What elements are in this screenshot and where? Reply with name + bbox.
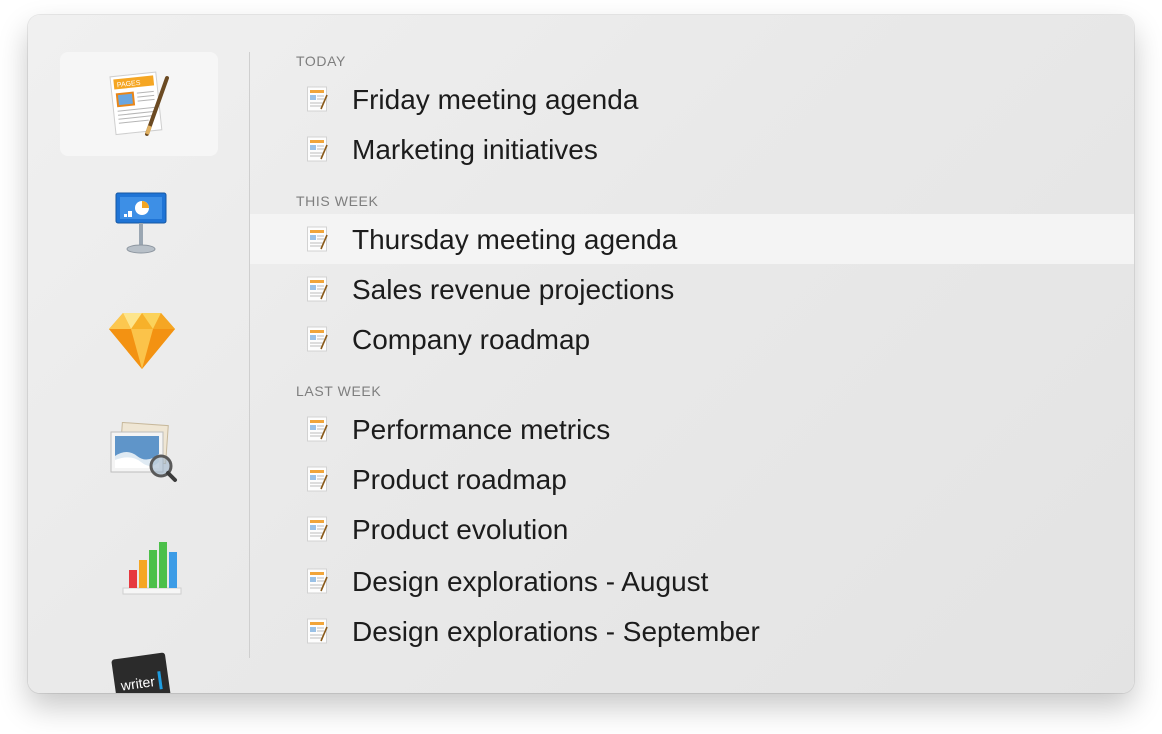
- pages-app-icon: PAGES: [109, 71, 169, 136]
- pages-document-icon: [306, 416, 328, 442]
- document-picker-window: PAGES writer TODAY Friday meeting agenda…: [28, 15, 1134, 693]
- keynote-app-icon: [115, 192, 167, 254]
- list-item[interactable]: Product roadmap: [250, 454, 1134, 504]
- document-title: Marketing initiatives: [352, 134, 598, 165]
- sketch-app-icon: [109, 313, 175, 369]
- list-item[interactable]: Design explorations - September: [250, 606, 1134, 656]
- section-title-today: TODAY: [296, 53, 346, 69]
- list-item-highlighted[interactable]: Thursday meeting agenda: [250, 214, 1134, 264]
- document-title: Product evolution: [352, 514, 569, 545]
- list-item[interactable]: Sales revenue projections: [250, 264, 1134, 314]
- pages-document-icon: [306, 276, 328, 302]
- document-title: Design explorations - August: [352, 566, 709, 597]
- recent-documents-list: TODAY Friday meeting agenda Marketing in…: [250, 15, 1134, 693]
- pages-document-icon: [306, 326, 328, 352]
- pages-document-icon: [306, 466, 328, 492]
- list-item[interactable]: Performance metrics: [250, 404, 1134, 454]
- list-item[interactable]: Product evolution: [250, 504, 1134, 554]
- ia-writer-app-icon: writer: [111, 652, 171, 693]
- pages-document-icon: [306, 516, 328, 542]
- document-title: Company roadmap: [352, 324, 591, 355]
- document-title: Friday meeting agenda: [352, 84, 639, 115]
- pages-document-icon: [306, 618, 328, 644]
- list-item[interactable]: Friday meeting agenda: [250, 74, 1134, 124]
- pages-document-icon: [306, 136, 328, 162]
- sidebar-app-sketch[interactable]: [100, 301, 184, 379]
- section-title-last-week: LAST WEEK: [296, 383, 382, 399]
- pages-document-icon: [306, 568, 328, 594]
- document-title: Performance metrics: [352, 414, 611, 445]
- sidebar-app-pages[interactable]: PAGES: [60, 52, 218, 156]
- sidebar-app-ia-writer[interactable]: writer: [104, 649, 176, 693]
- numbers-app-icon: [122, 542, 182, 595]
- document-title: Sales revenue projections: [352, 274, 675, 305]
- app-sidebar: PAGES writer: [28, 15, 248, 693]
- list-item[interactable]: Company roadmap: [250, 314, 1134, 364]
- sidebar-app-keynote[interactable]: [100, 183, 180, 263]
- document-title: Product roadmap: [352, 464, 567, 495]
- sidebar-app-preview[interactable]: [100, 417, 186, 489]
- sidebar-app-numbers[interactable]: [112, 531, 192, 603]
- section-title-this-week: THIS WEEK: [296, 193, 379, 209]
- preview-app-icon: [110, 422, 177, 482]
- pages-document-icon: [306, 226, 328, 252]
- document-title: Design explorations - September: [352, 616, 760, 647]
- pages-document-icon: [306, 86, 328, 112]
- document-title: Thursday meeting agenda: [352, 224, 678, 255]
- list-item[interactable]: Marketing initiatives: [250, 124, 1134, 174]
- list-item[interactable]: Design explorations - August: [250, 556, 1134, 606]
